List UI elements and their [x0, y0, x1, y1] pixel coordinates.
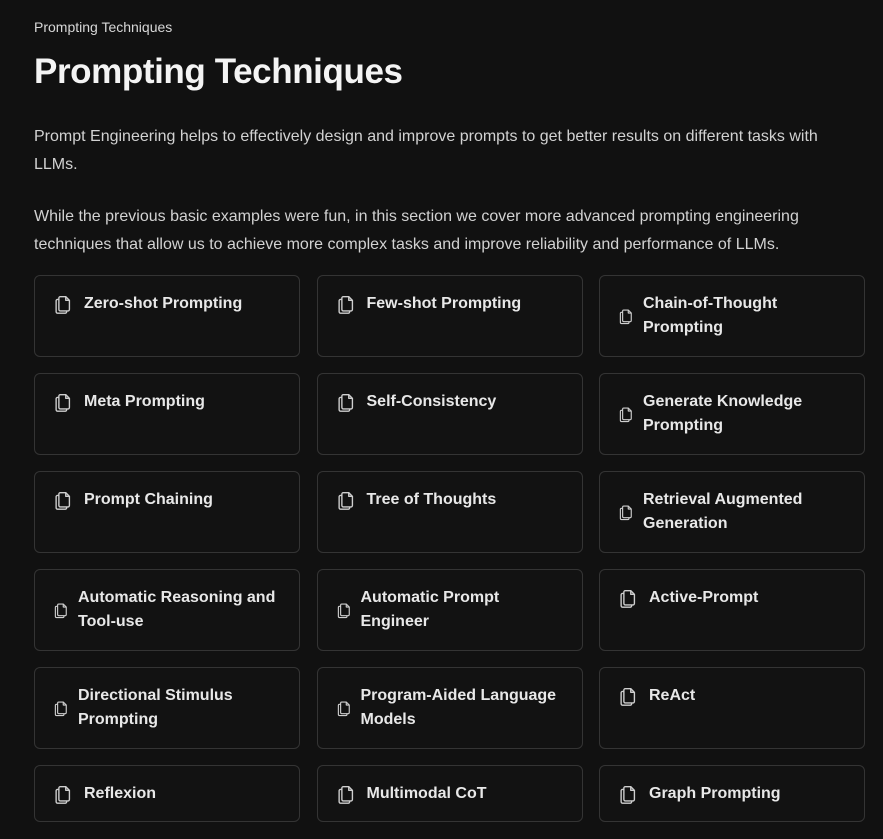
- card-automatic-prompt-engineer[interactable]: Automatic Prompt Engineer: [316, 569, 583, 651]
- document-icon: [52, 391, 74, 413]
- document-icon: [617, 587, 639, 609]
- card-label: Graph Prompting: [649, 785, 781, 802]
- card-meta-prompting[interactable]: Meta Prompting: [34, 373, 300, 455]
- card-label: Chain-of-Thought Prompting: [643, 295, 778, 336]
- card-zero-shot-prompting[interactable]: Zero-shot Prompting: [34, 275, 300, 357]
- document-icon: [335, 783, 357, 805]
- document-icon: [617, 307, 635, 325]
- card-reflexion[interactable]: Reflexion: [34, 765, 300, 822]
- document-icon: [617, 783, 639, 805]
- card-label: Reflexion: [84, 785, 157, 802]
- document-icon: [617, 503, 635, 521]
- card-label: Automatic Prompt Engineer: [360, 589, 500, 630]
- card-label: Tree of Thoughts: [366, 491, 497, 508]
- card-label: Few-shot Prompting: [366, 295, 522, 312]
- card-retrieval-augmented-generation[interactable]: Retrieval Augmented Generation: [599, 471, 865, 553]
- document-icon: [335, 391, 357, 413]
- card-self-consistency[interactable]: Self-Consistency: [316, 373, 583, 455]
- card-label: Self-Consistency: [366, 393, 497, 410]
- section-paragraph: While the previous basic examples were f…: [34, 208, 799, 253]
- card-react[interactable]: ReAct: [599, 667, 865, 749]
- document-icon: [335, 293, 357, 315]
- page-title: Prompting Techniques: [34, 52, 403, 91]
- document-icon: [52, 293, 74, 315]
- document-icon: [52, 783, 74, 805]
- card-directional-stimulus-prompting[interactable]: Directional Stimulus Prompting: [34, 667, 300, 749]
- document-icon: [335, 699, 353, 717]
- document-icon: [617, 685, 639, 707]
- card-chain-of-thought-prompting[interactable]: Chain-of-Thought Prompting: [599, 275, 865, 357]
- document-icon: [617, 405, 635, 423]
- card-active-prompt[interactable]: Active-Prompt: [599, 569, 865, 651]
- card-prompt-chaining[interactable]: Prompt Chaining: [34, 471, 300, 553]
- card-tree-of-thoughts[interactable]: Tree of Thoughts: [316, 471, 583, 553]
- document-icon: [52, 489, 74, 511]
- card-label: Multimodal CoT: [366, 785, 487, 802]
- card-program-aided-language-models[interactable]: Program-Aided Language Models: [316, 667, 583, 749]
- document-icon: [335, 601, 353, 619]
- document-icon: [52, 601, 70, 619]
- card-label: Directional Stimulus Prompting: [78, 687, 233, 728]
- card-graph-prompting[interactable]: Graph Prompting: [599, 765, 865, 822]
- card-label: Automatic Reasoning and Tool-use: [78, 589, 276, 630]
- card-multimodal-cot[interactable]: Multimodal CoT: [316, 765, 583, 822]
- card-automatic-reasoning-and-tool-use[interactable]: Automatic Reasoning and Tool-use: [34, 569, 300, 651]
- document-icon: [335, 489, 357, 511]
- document-icon: [52, 699, 70, 717]
- card-label: Meta Prompting: [84, 393, 205, 410]
- card-few-shot-prompting[interactable]: Few-shot Prompting: [316, 275, 583, 357]
- card-label: Generate Knowledge Prompting: [643, 393, 803, 434]
- card-label: Program-Aided Language Models: [360, 687, 557, 728]
- card-generate-knowledge-prompting[interactable]: Generate Knowledge Prompting: [599, 373, 865, 455]
- breadcrumb[interactable]: Prompting Techniques: [34, 18, 172, 36]
- card-label: Prompt Chaining: [84, 491, 213, 508]
- card-label: ReAct: [649, 687, 696, 704]
- intro-paragraph: Prompt Engineering helps to effectively …: [34, 128, 818, 173]
- card-label: Retrieval Augmented Generation: [643, 491, 803, 532]
- card-label: Active-Prompt: [649, 589, 759, 606]
- card-label: Zero-shot Prompting: [84, 295, 243, 312]
- technique-card-grid: Zero-shot Prompting Few-shot Prompting C…: [34, 275, 865, 822]
